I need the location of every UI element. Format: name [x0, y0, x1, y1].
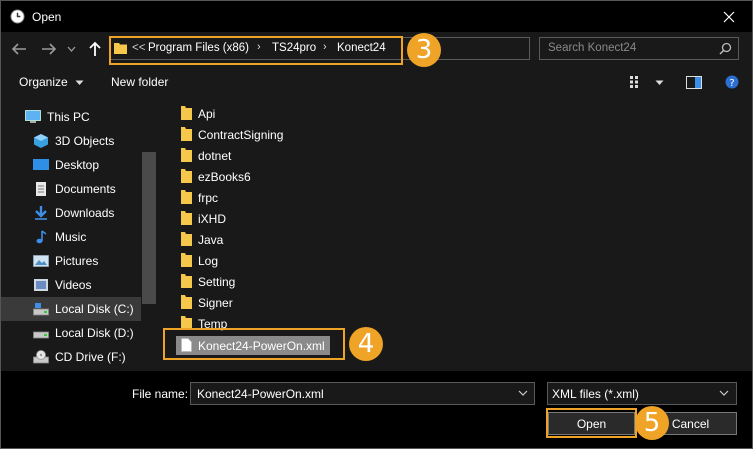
view-options-icon[interactable]	[630, 76, 644, 88]
forward-button[interactable]	[39, 39, 59, 59]
sidebar-item-label: Local Disk (C:)	[55, 302, 134, 316]
svg-text:?: ?	[729, 78, 734, 89]
sidebar-item-label: Downloads	[55, 206, 115, 220]
cube-icon	[34, 134, 48, 148]
organize-button[interactable]: Organize	[19, 75, 84, 89]
file-name: ContractSigning	[198, 128, 284, 142]
sidebar-item-pictures[interactable]: Pictures	[1, 249, 141, 273]
title-bar: Open	[1, 1, 752, 32]
callout-highlight-file	[163, 328, 345, 360]
open-file-dialog: Open << Program Files (x86) › TS24pro › …	[0, 0, 753, 449]
file-type-select[interactable]: XML files (*.xml)	[547, 382, 737, 405]
drive-icon	[33, 331, 49, 339]
sidebar-item-videos[interactable]: Videos	[1, 273, 141, 297]
sidebar-item-local-disk-c[interactable]: Local Disk (C:)	[1, 297, 141, 321]
recent-locations-button[interactable]	[64, 39, 78, 59]
sidebar-item-label: Documents	[55, 182, 116, 196]
sidebar-item-music[interactable]: Music	[1, 225, 141, 249]
command-toolbar: Organize New folder ?	[1, 67, 752, 98]
folder-icon	[181, 127, 192, 141]
file-name: iXHD	[198, 212, 227, 226]
close-icon	[723, 11, 735, 22]
close-button[interactable]	[706, 1, 752, 32]
music-icon	[36, 230, 47, 244]
file-name: frpc	[198, 191, 219, 205]
videos-icon	[34, 279, 48, 291]
navigation-pane: This PC 3D Objects Desktop Documents Dow…	[1, 98, 157, 371]
file-name: dotnet	[198, 149, 232, 163]
documents-icon	[36, 182, 46, 196]
sidebar-item-label: This PC	[47, 110, 90, 124]
arrow-up-icon	[89, 41, 101, 56]
sidebar-item-label: Music	[55, 230, 87, 244]
folder-icon	[181, 106, 192, 120]
pc-icon	[25, 110, 41, 123]
sidebar-item-local-disk-d[interactable]: Local Disk (D:)	[1, 321, 141, 345]
folder-icon	[181, 148, 192, 162]
sidebar-item-cd-drive-f[interactable]: CD Drive (F:)	[1, 345, 141, 369]
arrow-right-icon	[42, 43, 57, 55]
file-type-value: XML files (*.xml)	[552, 387, 639, 401]
callout-badge-4: 4	[349, 327, 383, 361]
search-input[interactable]: Search Konect24	[539, 37, 739, 60]
folder-icon	[181, 295, 192, 309]
back-button[interactable]	[9, 39, 29, 59]
drive-icon	[33, 303, 49, 316]
cd-drive-icon	[33, 350, 49, 364]
callout-highlight-address	[109, 36, 403, 65]
preview-pane-icon[interactable]	[686, 76, 702, 89]
file-name-value: Konect24-PowerOn.xml	[197, 387, 324, 401]
sidebar-item-label: Pictures	[55, 254, 99, 268]
sidebar-item-documents[interactable]: Documents	[1, 177, 141, 201]
file-name: Api	[198, 107, 216, 121]
folder-icon	[181, 211, 192, 225]
sidebar-item-label: Desktop	[55, 158, 100, 172]
search-placeholder: Search Konect24	[548, 42, 637, 54]
sidebar-item-downloads[interactable]: Downloads	[1, 201, 141, 225]
sidebar-scrollbar[interactable]	[142, 152, 156, 304]
sidebar-item-label: CD Drive (F:)	[55, 350, 126, 364]
download-icon	[35, 206, 47, 220]
new-folder-button[interactable]: New folder	[111, 75, 168, 89]
chevron-down-icon	[719, 390, 729, 396]
file-name: Signer	[198, 296, 233, 310]
file-name: Setting	[198, 275, 236, 289]
folder-icon	[181, 274, 192, 288]
chevron-down-icon[interactable]	[655, 80, 664, 86]
folder-icon	[181, 232, 192, 246]
search-icon	[719, 42, 732, 55]
sidebar-item-desktop[interactable]: Desktop	[1, 153, 141, 177]
dialog-footer: File name: Konect24-PowerOn.xml XML file…	[1, 371, 752, 448]
arrow-left-icon	[11, 43, 26, 55]
sidebar-item-label: 3D Objects	[55, 134, 115, 148]
help-icon[interactable]: ?	[725, 75, 739, 89]
folder-icon	[181, 190, 192, 204]
clock-icon	[10, 9, 25, 24]
file-name-label: File name:	[132, 387, 189, 401]
file-name: Log	[198, 254, 219, 268]
pictures-icon	[33, 255, 49, 267]
up-button[interactable]	[85, 39, 105, 59]
window-title: Open	[32, 10, 62, 24]
file-name: Java	[198, 233, 224, 247]
callout-badge-3: 3	[407, 33, 441, 67]
chevron-down-icon	[75, 80, 84, 85]
file-name: ezBooks6	[198, 170, 251, 184]
folder-icon	[181, 169, 192, 183]
sidebar-item-this-pc[interactable]: This PC	[1, 105, 141, 129]
chevron-down-icon	[67, 46, 75, 52]
folder-icon	[181, 253, 192, 267]
sidebar-item-label: Videos	[55, 278, 92, 292]
sidebar-item-label: Local Disk (D:)	[55, 326, 134, 340]
chevron-down-icon[interactable]	[518, 390, 528, 396]
sidebar-item-3d-objects[interactable]: 3D Objects	[1, 129, 141, 153]
callout-badge-5: 5	[635, 406, 669, 440]
desktop-icon	[33, 159, 49, 170]
file-name-field[interactable]: Konect24-PowerOn.xml	[190, 382, 535, 405]
organize-label: Organize	[19, 75, 68, 89]
callout-highlight-open	[546, 408, 637, 438]
